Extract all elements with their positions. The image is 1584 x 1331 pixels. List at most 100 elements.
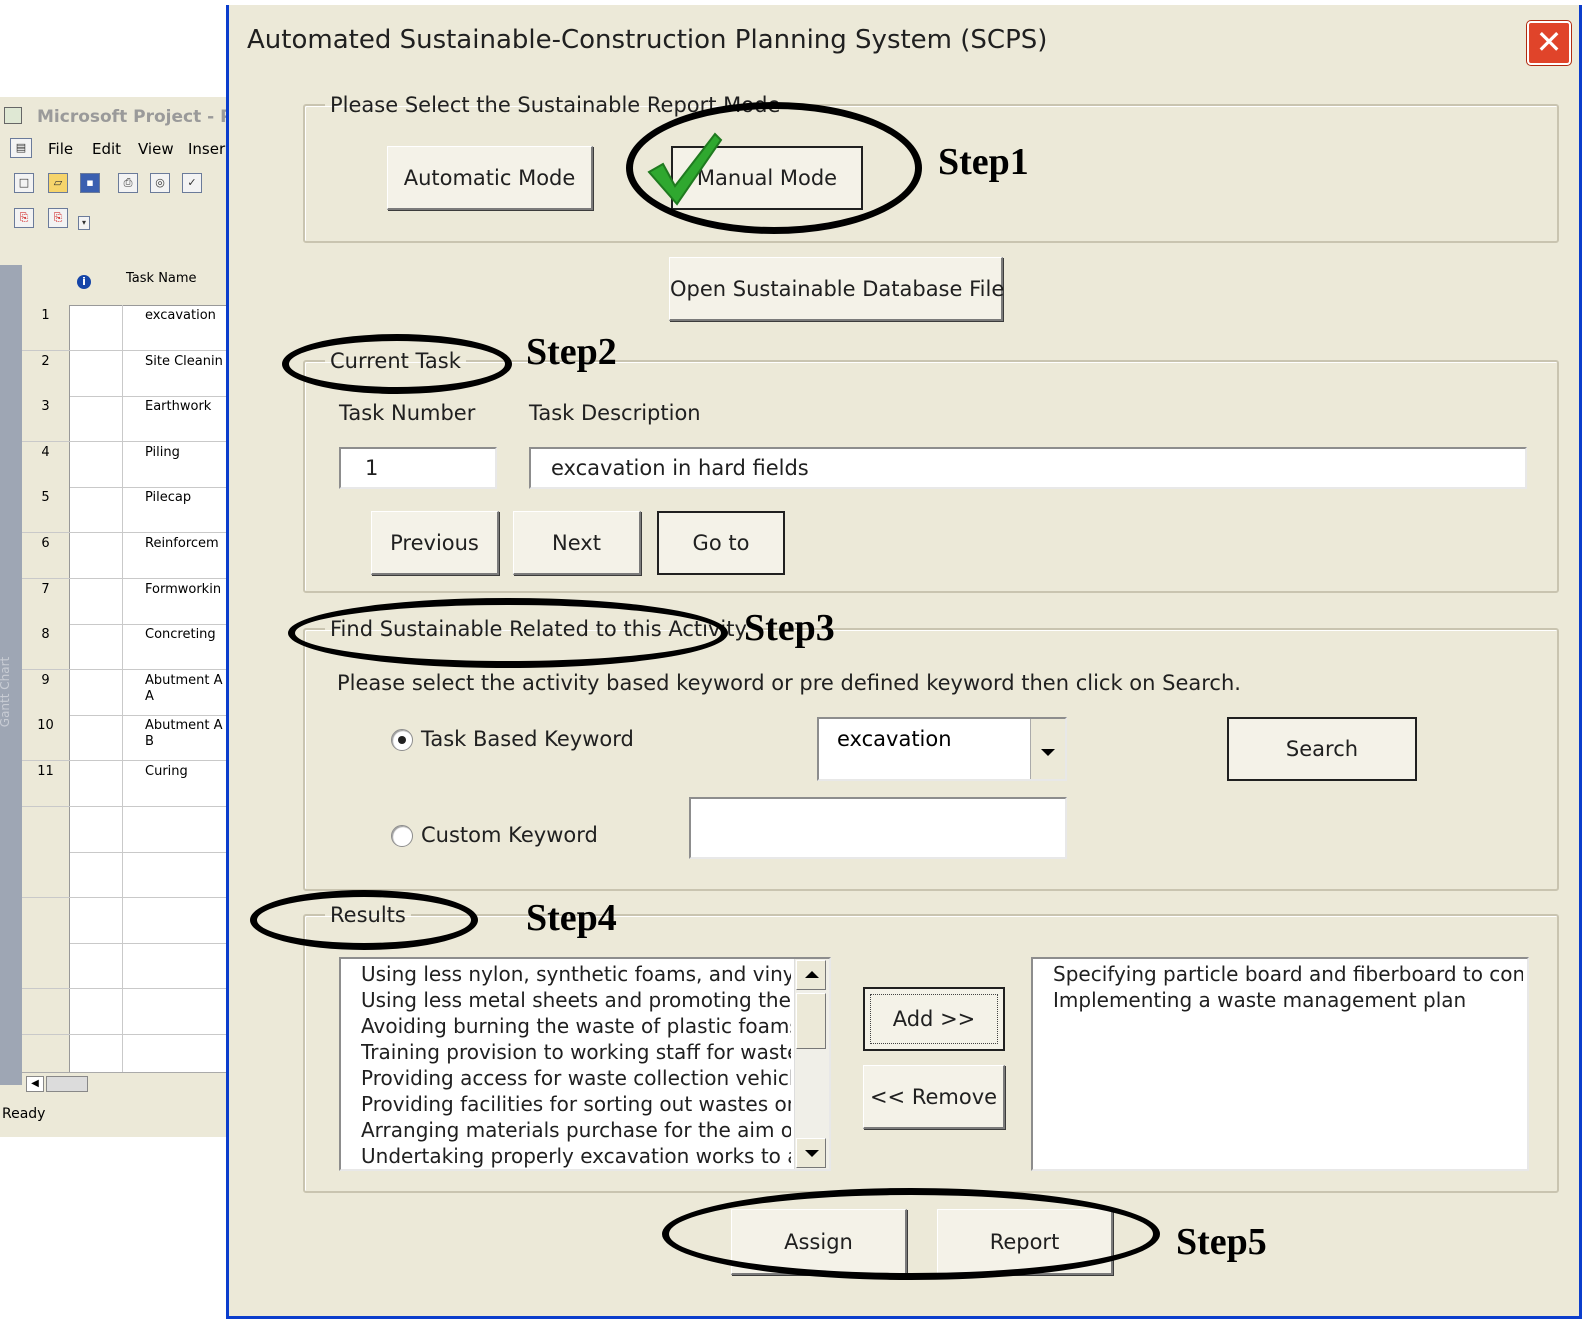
task-name-cell[interactable]: Curing: [145, 764, 226, 804]
task-name-cell[interactable]: Abutment A A: [145, 673, 226, 713]
view-bar[interactable]: Gantt Chart: [0, 265, 22, 1085]
task-description-field[interactable]: excavation in hard fields: [529, 447, 1527, 489]
task-row[interactable]: [22, 852, 226, 899]
remove-button[interactable]: << Remove: [863, 1065, 1005, 1129]
row-number[interactable]: 4: [22, 441, 70, 487]
close-icon[interactable]: ✕: [1527, 21, 1571, 65]
list-item[interactable]: Training provision to working staff for …: [361, 1039, 791, 1065]
row-number[interactable]: 8: [22, 624, 70, 670]
previous-button[interactable]: Previous: [371, 511, 499, 575]
open-icon[interactable]: ▱: [48, 173, 68, 193]
list-item[interactable]: Specifying particle board and fiberboard…: [1053, 961, 1523, 987]
list-item[interactable]: Providing access for waste collection ve…: [361, 1065, 791, 1091]
task-row[interactable]: 8 Concreting: [22, 624, 226, 671]
save-icon[interactable]: ▪: [80, 173, 100, 193]
row-number[interactable]: [22, 852, 70, 898]
menu-insert[interactable]: Inser: [188, 140, 225, 158]
row-number[interactable]: 1: [22, 305, 70, 350]
row-number[interactable]: 5: [22, 487, 70, 533]
selected-results-list[interactable]: Specifying particle board and fiberboard…: [1031, 957, 1529, 1171]
task-name-cell[interactable]: Formworkin: [145, 582, 226, 622]
task-row[interactable]: 11 Curing: [22, 761, 226, 807]
row-number[interactable]: 3: [22, 396, 70, 442]
task-name-cell[interactable]: excavation: [145, 308, 226, 348]
row-number[interactable]: 11: [22, 761, 70, 806]
dialog-titlebar[interactable]: Automated Sustainable-Construction Plann…: [229, 5, 1579, 73]
toolbar-options-icon[interactable]: ▾: [78, 216, 90, 230]
task-based-radio[interactable]: [391, 729, 413, 751]
custom-keyword-field[interactable]: [689, 797, 1067, 859]
row-number[interactable]: [22, 806, 70, 852]
scroll-up-icon[interactable]: [796, 960, 826, 990]
manual-mode-button[interactable]: Manual Mode: [671, 146, 863, 210]
add-button[interactable]: Add >>: [863, 987, 1005, 1051]
menu-doc-icon[interactable]: ▤: [10, 138, 32, 158]
task-row[interactable]: 10 Abutment A B: [22, 715, 226, 762]
row-number[interactable]: 6: [22, 533, 70, 578]
task-row[interactable]: 7 Formworkin: [22, 578, 226, 625]
task-name-cell[interactable]: [145, 946, 226, 986]
task-row[interactable]: 5 Pilecap: [22, 487, 226, 534]
scroll-left-icon[interactable]: ◀: [26, 1076, 44, 1092]
report-button[interactable]: Report: [937, 1209, 1113, 1275]
task-name-cell[interactable]: [145, 992, 226, 1032]
task-name-cell[interactable]: [145, 901, 226, 941]
results-scrollbar[interactable]: [794, 959, 829, 1169]
task-name-header[interactable]: Task Name: [126, 271, 197, 286]
task-name-cell[interactable]: Reinforcem: [145, 536, 226, 576]
task-name-cell[interactable]: [145, 810, 226, 850]
horizontal-scrollbar[interactable]: ◀: [22, 1072, 226, 1095]
task-based-label[interactable]: Task Based Keyword: [421, 727, 634, 751]
task-number-field[interactable]: 1: [339, 447, 497, 489]
list-item[interactable]: Undertaking properly excavation works to…: [361, 1143, 791, 1169]
task-name-cell[interactable]: Piling: [145, 445, 226, 485]
search-button[interactable]: Search: [1227, 717, 1417, 781]
task-name-cell[interactable]: Concreting: [145, 627, 226, 667]
list-item[interactable]: Using less nylon, synthetic foams, and v…: [361, 961, 791, 987]
menu-view[interactable]: View: [138, 140, 174, 158]
new-icon[interactable]: □: [14, 173, 34, 193]
task-row[interactable]: [22, 989, 226, 1035]
task-row[interactable]: 4 Piling: [22, 441, 226, 488]
task-name-cell[interactable]: Pilecap: [145, 490, 226, 530]
task-row[interactable]: [22, 943, 226, 990]
pdf-icon[interactable]: ⎘: [14, 208, 34, 228]
pdf-settings-icon[interactable]: ⎘: [48, 208, 68, 228]
list-item[interactable]: Arranging materials purchase for the aim…: [361, 1117, 791, 1143]
list-item[interactable]: Implementing a waste management plan: [1053, 987, 1523, 1013]
row-number[interactable]: [22, 989, 70, 1034]
available-results-list[interactable]: Using less nylon, synthetic foams, and v…: [339, 957, 831, 1171]
print-preview-icon[interactable]: ◎: [150, 173, 170, 193]
row-number[interactable]: [22, 943, 70, 989]
task-name-cell[interactable]: [145, 855, 226, 895]
task-name-cell[interactable]: Site Cleanin: [145, 354, 226, 394]
scroll-thumb[interactable]: [46, 1076, 88, 1092]
scroll-thumb[interactable]: [796, 993, 826, 1049]
row-number[interactable]: [22, 897, 70, 943]
task-row[interactable]: 3 Earthwork: [22, 396, 226, 443]
chevron-down-icon[interactable]: [1030, 719, 1065, 779]
custom-keyword-label[interactable]: Custom Keyword: [421, 823, 598, 847]
row-number[interactable]: 2: [22, 350, 70, 396]
keyword-combobox[interactable]: excavation: [817, 717, 1067, 781]
row-number[interactable]: 7: [22, 578, 70, 624]
task-row[interactable]: 1 excavation: [22, 305, 226, 351]
task-row[interactable]: 6 Reinforcem: [22, 533, 226, 579]
task-name-cell[interactable]: Abutment A B: [145, 718, 226, 758]
task-name-cell[interactable]: Earthwork: [145, 399, 226, 439]
open-database-button[interactable]: Open Sustainable Database File: [669, 257, 1004, 321]
custom-keyword-radio[interactable]: [391, 825, 413, 847]
task-row[interactable]: 9 Abutment A A: [22, 669, 226, 716]
task-row[interactable]: [22, 806, 226, 853]
list-item[interactable]: Using less metal sheets and promoting th…: [361, 987, 791, 1013]
task-row[interactable]: [22, 897, 226, 944]
next-button[interactable]: Next: [513, 511, 641, 575]
list-item[interactable]: Avoiding burning the waste of plastic fo…: [361, 1013, 791, 1039]
print-icon[interactable]: ⎙: [118, 173, 138, 193]
spelling-icon[interactable]: ✓: [182, 173, 202, 193]
menu-file[interactable]: File: [48, 140, 73, 158]
automatic-mode-button[interactable]: Automatic Mode: [387, 146, 593, 210]
menu-edit[interactable]: Edit: [92, 140, 121, 158]
scroll-down-icon[interactable]: [796, 1138, 826, 1168]
task-row[interactable]: 2 Site Cleanin: [22, 350, 226, 397]
